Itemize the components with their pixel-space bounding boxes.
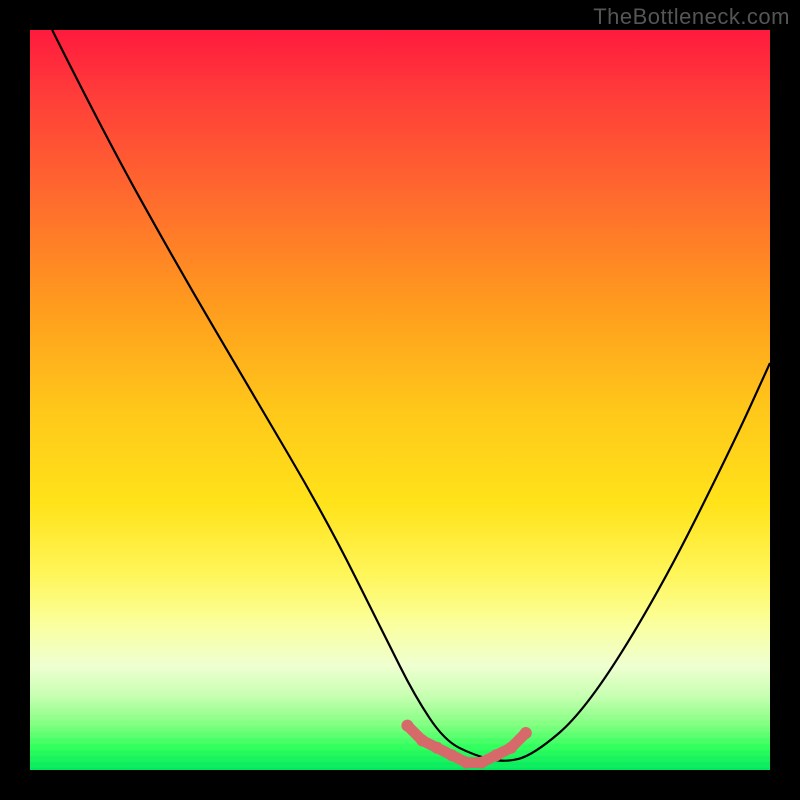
optimal-marker [431,742,443,754]
watermark-label: TheBottleneck.com [593,4,790,30]
optimal-marker [475,757,487,769]
optimal-range-markers [401,720,531,769]
optimal-marker [461,757,473,769]
optimal-marker [446,749,458,761]
chart-plot-area [30,30,770,770]
optimal-marker [520,727,532,739]
optimal-marker [416,734,428,746]
optimal-marker [490,749,502,761]
chart-frame: TheBottleneck.com [0,0,800,800]
optimal-marker [505,742,517,754]
optimal-marker [401,720,413,732]
bottleneck-curve [52,30,770,761]
